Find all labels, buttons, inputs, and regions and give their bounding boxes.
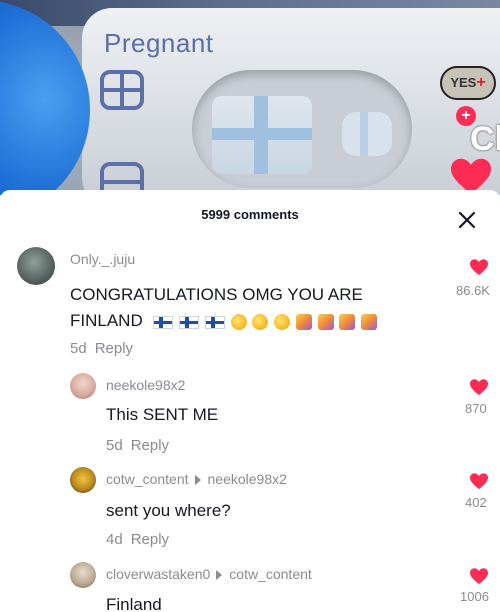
emoji-row (153, 309, 378, 335)
reply-to-username[interactable]: cotw_content (229, 566, 312, 582)
comment-text: sent you where? (106, 501, 231, 520)
comment-author[interactable]: cloverwastaken0 (106, 566, 210, 582)
like-button[interactable] (464, 567, 494, 585)
comments-count: 5999 comments (201, 207, 299, 222)
heart-icon (470, 259, 488, 276)
comment-text: This SENT ME (106, 405, 219, 424)
plus-symbol-icon (100, 70, 144, 110)
party-face-icon (274, 314, 291, 331)
comment-username[interactable]: Only._.juju (70, 251, 135, 267)
like-button[interactable] (464, 472, 494, 490)
overlay-letter: Cl (470, 120, 500, 158)
result-window-cross (212, 96, 312, 174)
comment-meta: 5d Reply (106, 437, 169, 454)
comment-username[interactable]: neekole98x2 (106, 377, 185, 393)
heart-icon (470, 379, 488, 396)
triangle-right-icon (216, 570, 223, 581)
avatar[interactable] (70, 373, 96, 399)
comment-username: cotw_content neekole98x2 (106, 471, 287, 487)
like-button[interactable] (464, 258, 494, 276)
like-count: 402 (465, 495, 487, 510)
reply-button[interactable]: Reply (95, 340, 133, 357)
pregnancy-test-cap (0, 0, 90, 195)
like-count: 870 (465, 401, 487, 416)
comment-author[interactable]: cotw_content (106, 471, 189, 487)
close-icon[interactable] (455, 208, 479, 232)
reply-to-username[interactable]: neekole98x2 (208, 471, 287, 487)
reply-button[interactable]: Reply (131, 531, 169, 548)
like-count: 86.6K (456, 283, 490, 298)
test-label: Pregnant (104, 28, 214, 58)
like-count: 1006 (460, 589, 489, 604)
reply-button[interactable]: Reply (131, 437, 169, 454)
yes-badge-label: YES (450, 75, 477, 90)
control-window (342, 112, 392, 156)
comment-username: cloverwastaken0 cotw_content (106, 566, 312, 582)
heart-icon (470, 568, 488, 585)
yes-badge: YES+ (440, 66, 496, 100)
comment-text: Finland (106, 595, 162, 612)
avatar[interactable] (70, 467, 96, 493)
avatar[interactable] (70, 562, 96, 588)
finland-flag-icon (179, 315, 200, 329)
confetti-icon (339, 314, 356, 331)
confetti-icon (295, 314, 312, 331)
avatar[interactable] (17, 247, 55, 285)
triangle-right-icon (194, 475, 201, 486)
finland-flag-icon (153, 315, 174, 329)
comment-age: 5d (70, 340, 87, 357)
party-face-icon (252, 314, 269, 331)
finland-flag-icon (204, 315, 225, 329)
comment-age: 5d (106, 437, 123, 454)
comment-meta: 5d Reply (70, 340, 133, 357)
like-button[interactable] (464, 378, 494, 396)
party-face-icon (230, 314, 247, 331)
heart-icon (470, 473, 488, 490)
confetti-icon (361, 314, 378, 331)
comment-meta: 4d Reply (106, 531, 169, 548)
video-preview[interactable]: Pregnant YES+ + Cl (0, 0, 500, 195)
confetti-icon (317, 314, 334, 331)
plus-icon: + (476, 74, 486, 91)
comment-text: CONGRATULATIONS OMG YOU ARE FINLAND (70, 282, 420, 335)
comment-age: 4d (106, 531, 123, 548)
